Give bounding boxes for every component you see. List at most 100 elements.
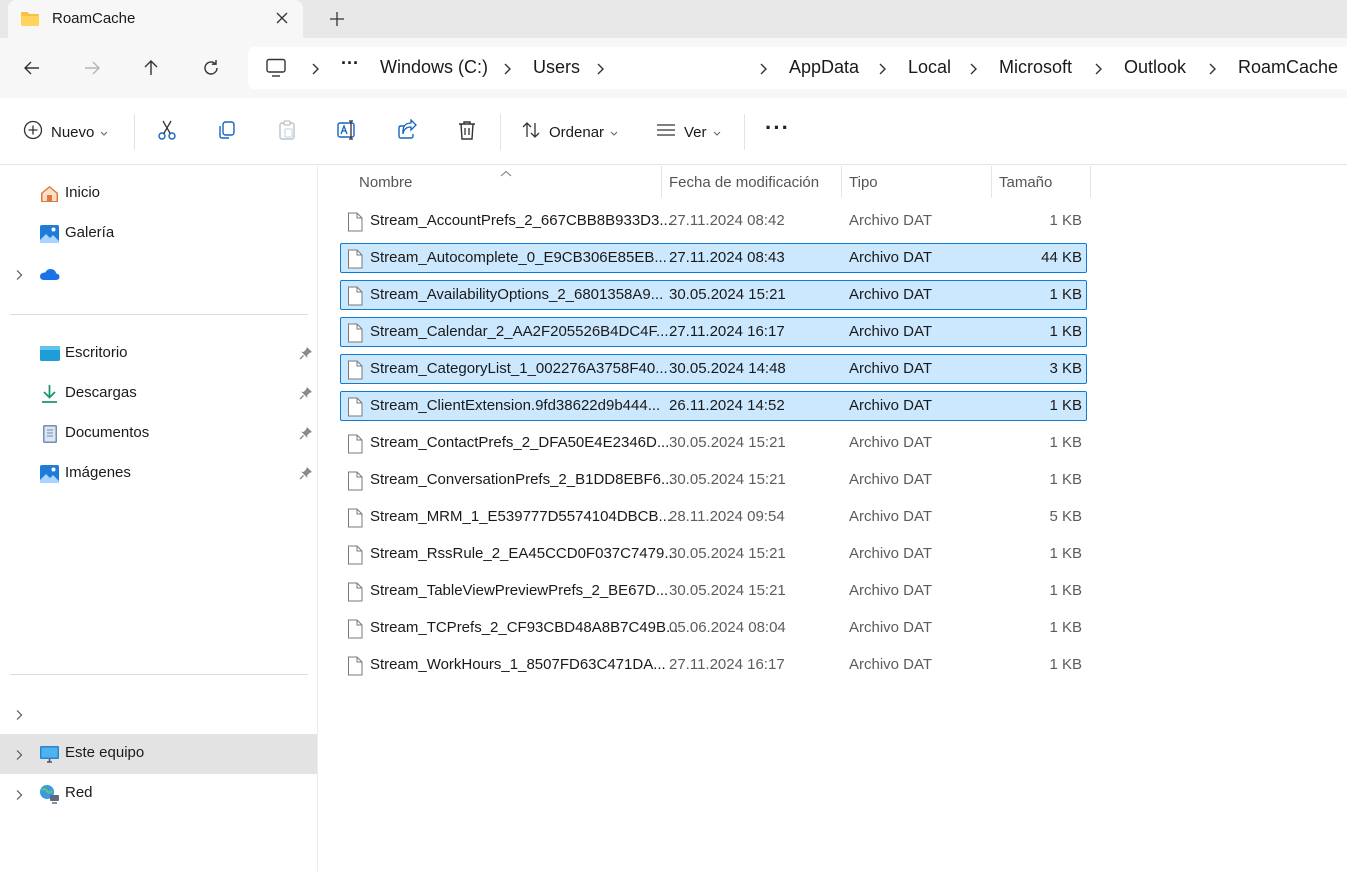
chevron-right-icon[interactable] — [15, 268, 23, 280]
column-divider[interactable] — [841, 166, 842, 198]
this-pc-icon[interactable] — [265, 58, 287, 82]
file-name: Stream_TableViewPreviewPrefs_2_BE67D... — [370, 582, 669, 599]
column-divider[interactable] — [661, 166, 662, 198]
sidebar-item-network[interactable]: Red — [0, 774, 317, 814]
pin-icon[interactable] — [299, 466, 313, 480]
close-tab-icon[interactable] — [274, 10, 290, 26]
file-row[interactable]: Stream_MRM_1_E539777D5574104DBCB... 28.1… — [340, 502, 1087, 532]
column-header-type[interactable]: Tipo — [849, 174, 878, 191]
sidebar-item-gallery[interactable]: Galería — [0, 214, 317, 254]
forward-arrow-icon[interactable] — [82, 58, 102, 78]
sidebar-item-label: Descargas — [65, 384, 137, 401]
file-row[interactable]: Stream_Autocomplete_0_E9CB306E85EB... 27… — [340, 243, 1087, 273]
sidebar-item-label: Escritorio — [65, 344, 128, 361]
breadcrumb-local[interactable]: Local — [908, 57, 951, 78]
sidebar-item-label: Imágenes — [65, 464, 131, 481]
file-row[interactable]: Stream_CategoryList_1_002276A3758F40... … — [340, 354, 1087, 384]
file-size: 1 KB — [1049, 545, 1082, 562]
file-date-modified: 30.05.2024 14:48 — [669, 360, 786, 377]
breadcrumb-roamcache[interactable]: RoamCache — [1238, 57, 1338, 78]
chevron-right-icon[interactable] — [595, 62, 605, 76]
chevron-right-icon[interactable] — [15, 788, 23, 800]
file-row[interactable]: Stream_ContactPrefs_2_DFA50E4E2346D... 3… — [340, 428, 1087, 458]
column-header-size[interactable]: Tamaño — [999, 174, 1052, 191]
file-type: Archivo DAT — [849, 434, 933, 451]
column-divider[interactable] — [991, 166, 992, 198]
file-row[interactable]: Stream_TableViewPreviewPrefs_2_BE67D... … — [340, 576, 1087, 606]
chevron-right-icon[interactable] — [310, 62, 320, 76]
file-row[interactable]: Stream_AccountPrefs_2_667CBB8B933D3... 2… — [340, 206, 1087, 236]
file-size: 1 KB — [1049, 582, 1082, 599]
breadcrumb-users[interactable]: Users — [533, 57, 580, 78]
view-button-label: Ver — [684, 123, 707, 141]
sidebar-item-home[interactable]: Inicio — [0, 174, 317, 214]
more-options-button[interactable]: ··· — [765, 115, 790, 140]
sidebar-item-label: Inicio — [65, 184, 101, 201]
back-arrow-icon[interactable] — [22, 58, 42, 78]
sidebar-item-pictures[interactable]: Imágenes — [0, 454, 317, 494]
sidebar-item-documents[interactable]: Documentos — [0, 414, 317, 454]
view-lines-icon — [656, 120, 676, 144]
breadcrumb-windows-c[interactable]: Windows (C:) — [380, 57, 488, 78]
chevron-right-icon[interactable] — [758, 62, 768, 76]
file-icon — [347, 397, 363, 417]
file-row[interactable]: Stream_RssRule_2_EA45CCD0F037C7479... 30… — [340, 539, 1087, 569]
pin-icon[interactable] — [299, 346, 313, 360]
file-type: Archivo DAT — [849, 471, 933, 488]
onedrive-cloud-icon — [39, 264, 60, 284]
file-icon — [347, 323, 363, 343]
file-size: 44 KB — [1041, 249, 1082, 266]
sidebar-item-label: Este equipo — [65, 744, 145, 761]
breadcrumb-appdata[interactable]: AppData — [789, 57, 859, 78]
file-row[interactable]: Stream_Calendar_2_AA2F205526B4DC4F... 27… — [340, 317, 1087, 347]
sidebar-item-unnamed[interactable] — [0, 694, 317, 734]
file-row[interactable]: Stream_ConversationPrefs_2_B1DD8EBF6... … — [340, 465, 1087, 495]
breadcrumb-outlook[interactable]: Outlook — [1124, 57, 1186, 78]
sidebar-item-desktop[interactable]: Escritorio — [0, 334, 317, 374]
sidebar-item-this-pc[interactable]: Este equipo — [0, 734, 317, 774]
new-tab-icon[interactable] — [328, 10, 346, 28]
address-bar[interactable]: ··· Windows (C:) Users AppData Local Mic… — [248, 47, 1347, 89]
sidebar-item-downloads[interactable]: Descargas — [0, 374, 317, 414]
column-header-name[interactable]: Nombre — [359, 174, 412, 191]
file-icon — [347, 286, 363, 306]
file-row[interactable]: Stream_TCPrefs_2_CF93CBD48A8B7C49B... 05… — [340, 613, 1087, 643]
rename-button[interactable] — [336, 120, 358, 144]
paste-button[interactable] — [276, 120, 298, 144]
view-button[interactable]: Ver — [656, 120, 721, 144]
rename-icon — [336, 119, 358, 145]
chevron-right-icon[interactable] — [15, 708, 23, 720]
refresh-icon[interactable] — [201, 58, 221, 78]
chevron-right-icon[interactable] — [877, 62, 887, 76]
file-name: Stream_ContactPrefs_2_DFA50E4E2346D... — [370, 434, 670, 451]
column-header-date[interactable]: Fecha de modificación — [669, 174, 819, 191]
file-row[interactable]: Stream_AvailabilityOptions_2_6801358A9..… — [340, 280, 1087, 310]
delete-button[interactable] — [456, 120, 478, 144]
file-name: Stream_MRM_1_E539777D5574104DBCB... — [370, 508, 672, 525]
breadcrumb-microsoft[interactable]: Microsoft — [999, 57, 1072, 78]
file-row[interactable]: Stream_ClientExtension.9fd38622d9b444...… — [340, 391, 1087, 421]
chevron-right-icon[interactable] — [1093, 62, 1103, 76]
sidebar-item-label: Galería — [65, 224, 115, 241]
sidebar-item-onedrive[interactable] — [0, 254, 317, 294]
copy-button[interactable] — [216, 120, 238, 144]
breadcrumb-more[interactable]: ··· — [341, 53, 359, 74]
pin-icon[interactable] — [299, 386, 313, 400]
new-button[interactable]: Nuevo — [23, 120, 108, 144]
file-type: Archivo DAT — [849, 545, 933, 562]
chevron-right-icon[interactable] — [502, 62, 512, 76]
chevron-right-icon[interactable] — [968, 62, 978, 76]
sort-button[interactable]: Ordenar — [521, 120, 618, 144]
pin-icon[interactable] — [299, 426, 313, 440]
file-name: Stream_TCPrefs_2_CF93CBD48A8B7C49B... — [370, 619, 679, 636]
file-date-modified: 30.05.2024 15:21 — [669, 286, 786, 303]
up-arrow-icon[interactable] — [141, 58, 161, 78]
chevron-right-icon[interactable] — [1207, 62, 1217, 76]
share-button[interactable] — [396, 118, 418, 144]
file-row[interactable]: Stream_WorkHours_1_8507FD63C471DA... 27.… — [340, 650, 1087, 680]
column-divider[interactable] — [1090, 166, 1091, 198]
chevron-right-icon[interactable] — [15, 748, 23, 760]
tab-roamcache[interactable]: RoamCache — [8, 0, 303, 38]
file-icon — [347, 249, 363, 269]
cut-button[interactable] — [156, 120, 178, 144]
